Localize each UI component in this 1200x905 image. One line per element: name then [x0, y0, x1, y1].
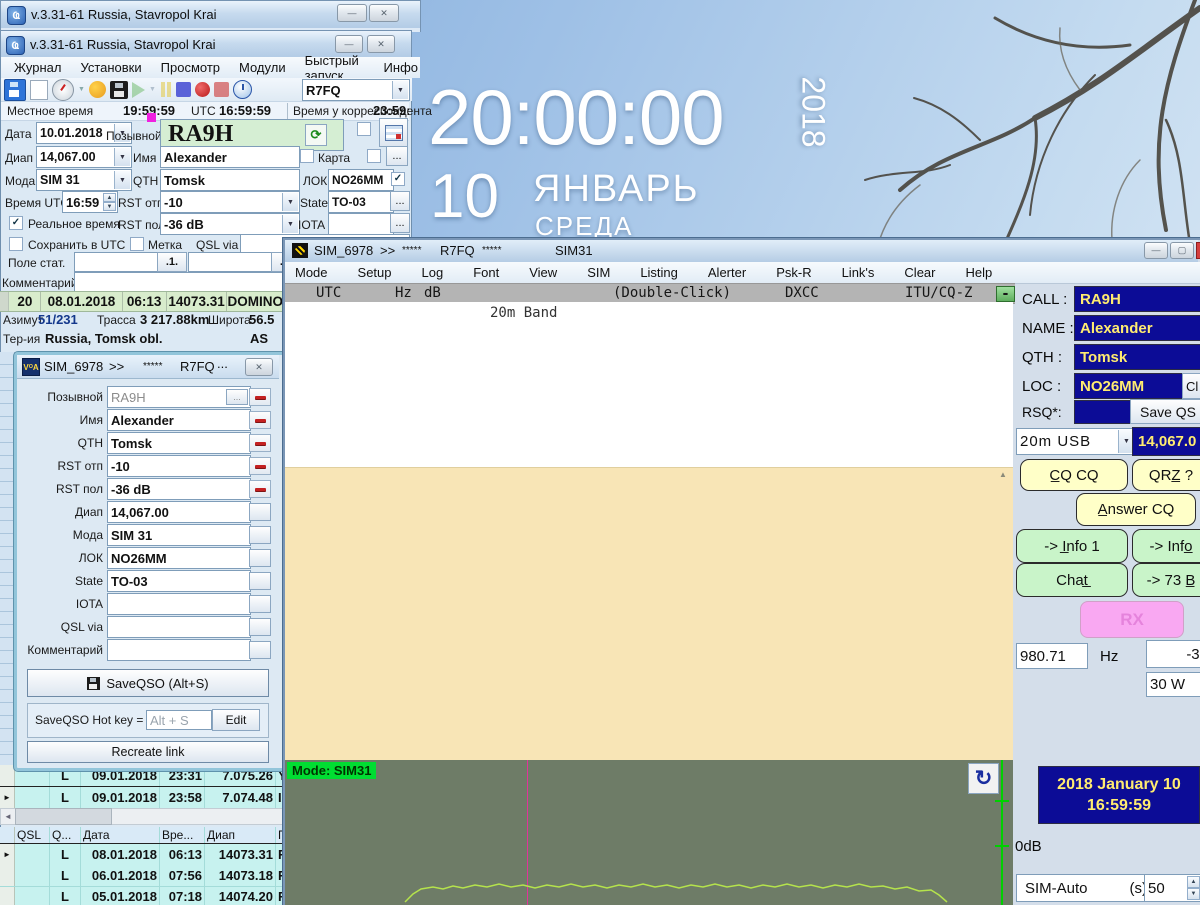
tx-freq-value: 980.71 — [1020, 648, 1066, 665]
band-mode-value: 20m USB — [1020, 433, 1091, 450]
loc-value: NO26MM — [1080, 378, 1144, 395]
band-mode-combo[interactable]: 20m USB ▼ — [1016, 428, 1136, 455]
date-line: 2018 January 10 — [1057, 776, 1181, 794]
col-utc[interactable]: UTC — [316, 285, 341, 301]
time-line: 16:59:59 — [1087, 797, 1151, 815]
sim-auto-button[interactable]: SIM-Auto (s) — [1016, 874, 1156, 902]
sim-main-title-stars1: ***** — [402, 245, 421, 256]
col-hz[interactable]: Hz — [395, 285, 412, 301]
sim-main-title-stars2: ***** — [482, 245, 501, 256]
name-display: Alexander — [1074, 315, 1200, 341]
menu-setup[interactable]: Setup — [356, 265, 394, 280]
sim31-app-icon — [292, 243, 308, 258]
menu-alerter[interactable]: Alerter — [706, 265, 748, 280]
info2-button[interactable]: -> Info̲ — [1132, 529, 1200, 563]
menu-mode[interactable]: Mode — [293, 265, 330, 280]
call-display: RA9H — [1074, 286, 1200, 312]
scroll-up-icon[interactable]: ▲ — [999, 470, 1007, 479]
rx-button[interactable]: RX — [1080, 601, 1184, 638]
sim-main-title-mode: SIM31 — [555, 243, 593, 258]
maximize-button[interactable]: ▢ — [1170, 242, 1194, 259]
cq-button[interactable]: C̲Q CQ — [1020, 459, 1128, 491]
menu-view[interactable]: View — [527, 265, 559, 280]
col-dxcc[interactable]: DXCC — [785, 285, 819, 301]
col-itu-cqz[interactable]: ITU/CQ-Z — [905, 285, 972, 301]
power-display: 30 W — [1146, 672, 1200, 697]
answer-cq-button[interactable]: A̲nswer CQ — [1076, 493, 1196, 526]
sim-auto-label: SIM-Auto — [1025, 880, 1088, 897]
waterfall[interactable]: Mode: SIM31 ↻ — [285, 760, 1013, 905]
menu-font[interactable]: Font — [471, 265, 501, 280]
qrz-button[interactable]: QRZ̲ ? — [1132, 459, 1200, 491]
spectrum-trace — [285, 760, 1013, 905]
level-value: -36 — [1186, 646, 1200, 663]
sim-auto-spinner[interactable]: 50 ▲▼ — [1144, 874, 1200, 902]
screen: 20:00:00 2018 10 ЯНВАРЬ СРЕДА Ҩ v.3.31-6… — [0, 0, 1200, 905]
power-value: 30 W — [1150, 676, 1185, 693]
tx-freq-spinner[interactable]: 980.71 ▲▼ — [1016, 643, 1088, 669]
close-button-sliver[interactable] — [1196, 242, 1200, 259]
datetime-display: 2018 January 10 16:59:59 — [1038, 766, 1200, 824]
menu-listing[interactable]: Listing — [638, 265, 680, 280]
info1-button[interactable]: -> I̲nfo 1 — [1016, 529, 1128, 563]
collapse-button[interactable]: - — [996, 286, 1015, 302]
sim-main-menubar: Mode Setup Log Font View SIM Listing Ale… — [285, 262, 1200, 284]
rsq-label: RSQ*: — [1022, 404, 1062, 420]
band-text: 20m Band — [490, 305, 557, 321]
menu-links[interactable]: Link's — [840, 265, 877, 280]
loc-label: LOC : — [1022, 378, 1061, 395]
col-double-click[interactable]: (Double-Click) — [613, 285, 731, 301]
name-label: NAME : — [1022, 320, 1074, 337]
qth-value: Tomsk — [1080, 349, 1127, 366]
chat-button[interactable]: Chat̲ — [1016, 563, 1128, 597]
level-axis-line — [1001, 760, 1003, 905]
col-db[interactable]: dB — [424, 285, 441, 301]
window-sim-main: SIM_6978 >> ***** R7FQ ***** SIM31 — ▢ M… — [0, 0, 1200, 905]
spin-down-icon[interactable]: ▼ — [1187, 888, 1200, 900]
level-tick — [995, 845, 1009, 847]
sim-main-title-call: R7FQ — [440, 243, 475, 258]
menu-sim[interactable]: SIM — [585, 265, 612, 280]
save-qso-button[interactable]: Save QS — [1130, 399, 1200, 424]
hz-label: Hz — [1100, 648, 1118, 665]
reload-waterfall-icon[interactable]: ↻ — [968, 763, 999, 794]
name-value: Alexander — [1080, 320, 1153, 337]
sim-auto-value: 50 — [1148, 880, 1165, 897]
freq-display: 14,067.0 — [1132, 427, 1200, 456]
qth-display: Tomsk — [1074, 344, 1200, 370]
listing-header: UTC Hz dB (Double-Click) DXCC ITU/CQ-Z - — [285, 283, 1015, 304]
level-display: -36 — [1146, 640, 1200, 668]
qth-label: QTH : — [1022, 349, 1062, 366]
sim-main-title-app: SIM_6978 — [314, 243, 373, 258]
call-label: CALL : — [1022, 291, 1067, 308]
loc-display: NO26MM — [1074, 373, 1190, 399]
menu-log[interactable]: Log — [420, 265, 446, 280]
minimize-button[interactable]: — — [1144, 242, 1168, 259]
sim-main-titlebar[interactable]: SIM_6978 >> ***** R7FQ ***** SIM31 — ▢ — [285, 240, 1198, 262]
rsq-display — [1074, 400, 1134, 424]
decode-area[interactable]: 20m Band — [285, 302, 1013, 467]
call-value: RA9H — [1080, 291, 1121, 308]
zero-db-label: 0dB — [1015, 838, 1042, 855]
menu-help[interactable]: Help — [964, 265, 995, 280]
spin-up-icon[interactable]: ▲ — [1187, 876, 1200, 888]
freq-value: 14,067.0 — [1138, 433, 1196, 450]
clear-loc-button[interactable]: Cl — [1182, 373, 1200, 399]
chat-area[interactable] — [285, 467, 1013, 761]
menu-clear[interactable]: Clear — [902, 265, 937, 280]
b73-button[interactable]: -> 73 B̲ — [1132, 563, 1200, 597]
menu-psk-r[interactable]: Psk-R — [774, 265, 813, 280]
sim-main-title-arrows: >> — [380, 243, 395, 258]
level-tick — [995, 800, 1009, 802]
